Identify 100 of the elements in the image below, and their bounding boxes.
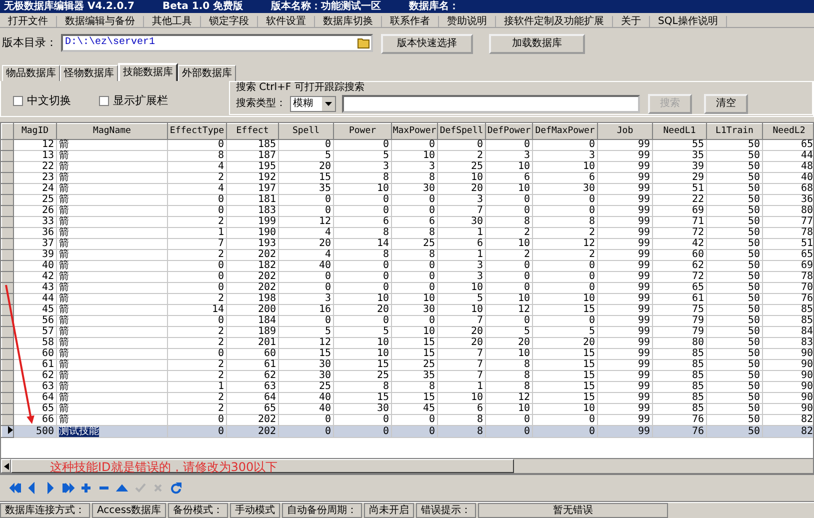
table-cell: 99 bbox=[598, 360, 652, 370]
menu-item[interactable]: 软件设置 bbox=[258, 16, 315, 27]
table-cell: 99 bbox=[598, 282, 652, 294]
table-cell: 72 bbox=[652, 228, 706, 238]
last-icon[interactable] bbox=[62, 482, 75, 494]
folder-icon[interactable] bbox=[357, 37, 371, 49]
column-header[interactable]: Effect bbox=[226, 124, 278, 140]
tab[interactable]: 技能数据库 bbox=[118, 63, 178, 81]
table-cell: 12 bbox=[278, 338, 334, 348]
table-cell: 181 bbox=[226, 194, 278, 206]
table-cell: 50 bbox=[706, 216, 762, 228]
table-cell: 0 bbox=[486, 282, 532, 294]
table-cell: 26 bbox=[14, 206, 56, 216]
table-cell: 0 bbox=[486, 206, 532, 216]
clear-button[interactable]: 清空 bbox=[704, 94, 748, 114]
table-cell: 76 bbox=[762, 294, 813, 304]
table-cell: 8 bbox=[486, 382, 532, 392]
column-header[interactable]: Spell bbox=[278, 124, 334, 140]
scrollbar-thumb[interactable] bbox=[11, 459, 514, 473]
search-type-dropdown[interactable]: 模糊 bbox=[290, 96, 336, 112]
table-cell: 69 bbox=[652, 206, 706, 216]
table-cell: 29 bbox=[652, 172, 706, 184]
column-header[interactable]: EffectType bbox=[168, 124, 226, 140]
table-cell: 10 bbox=[392, 150, 438, 162]
table-cell: 6 bbox=[334, 216, 392, 228]
table-cell: 50 bbox=[706, 326, 762, 338]
status-label: 错误提示： bbox=[416, 503, 476, 518]
menu-item[interactable]: 数据库切换 bbox=[315, 16, 382, 27]
checkbox[interactable]: 中文切换 bbox=[13, 93, 71, 110]
table-cell: 60 bbox=[226, 348, 278, 360]
load-button[interactable]: 加载数据库 bbox=[489, 34, 585, 54]
table-cell: 0 bbox=[334, 316, 392, 326]
checkbox[interactable]: 显示扩展栏 bbox=[99, 93, 168, 110]
table-cell: 183 bbox=[226, 206, 278, 216]
table-cell: 箭 bbox=[59, 250, 69, 260]
table-cell: 50 bbox=[706, 360, 762, 370]
table-cell: 80 bbox=[652, 338, 706, 348]
load-button[interactable]: 版本快速选择 bbox=[381, 34, 473, 54]
column-header[interactable]: DefSpell bbox=[438, 124, 486, 140]
table-cell: 199 bbox=[226, 216, 278, 228]
table-cell: 0 bbox=[168, 282, 226, 294]
menu-item[interactable]: 其他工具 bbox=[144, 16, 201, 27]
table-cell: 3 bbox=[532, 150, 598, 162]
column-header[interactable]: MagName bbox=[56, 124, 168, 140]
table-cell: 2 bbox=[532, 228, 598, 238]
column-header[interactable]: MaxPower bbox=[392, 124, 438, 140]
table-cell: 190 bbox=[226, 228, 278, 238]
search-field[interactable] bbox=[342, 95, 640, 113]
table-cell: 90 bbox=[762, 382, 813, 392]
menu-item[interactable]: SQL操作说明 bbox=[650, 16, 727, 27]
table-cell: 2 bbox=[168, 216, 226, 228]
first-icon[interactable] bbox=[8, 482, 21, 494]
table-cell: 50 bbox=[706, 260, 762, 272]
menu-item[interactable]: 联系作者 bbox=[382, 16, 439, 27]
table-cell: 0 bbox=[486, 260, 532, 272]
table-cell: 0 bbox=[334, 272, 392, 282]
table-cell: 8 bbox=[486, 370, 532, 382]
path-field[interactable]: D:\:\ez\server1 bbox=[61, 34, 373, 52]
version-name: 版本名称：功能测试一区 bbox=[271, 0, 382, 13]
column-header[interactable]: Job bbox=[598, 124, 652, 140]
triangle-icon[interactable] bbox=[116, 482, 129, 494]
table-cell: 99 bbox=[598, 348, 652, 360]
table-cell: 50 bbox=[706, 250, 762, 260]
menu-item[interactable]: 锁定字段 bbox=[201, 16, 258, 27]
tab[interactable]: 外部数据库 bbox=[178, 65, 236, 81]
tab[interactable]: 物品数据库 bbox=[2, 65, 60, 81]
table-cell: 90 bbox=[762, 404, 813, 414]
menu-item[interactable]: 赞助说明 bbox=[439, 16, 496, 27]
column-header[interactable]: NeedL2 bbox=[762, 124, 813, 140]
column-header[interactable]: NeedL1 bbox=[652, 124, 706, 140]
table-cell: 45 bbox=[14, 304, 56, 316]
table-cell: 10 bbox=[334, 184, 392, 194]
menu-item[interactable]: 接软件定制及功能扩展 bbox=[496, 16, 613, 27]
column-header[interactable]: L1Train bbox=[706, 124, 762, 140]
menu-item[interactable]: 关于 bbox=[613, 16, 650, 27]
status-value: 手动模式 bbox=[230, 503, 280, 518]
table-cell: 2 bbox=[532, 250, 598, 260]
table-cell: 50 bbox=[706, 370, 762, 382]
table-cell: 2 bbox=[168, 360, 226, 370]
scroll-left-icon[interactable] bbox=[4, 463, 9, 470]
table-cell: 0 bbox=[334, 194, 392, 206]
table-cell: 15 bbox=[532, 348, 598, 360]
table-cell: 77 bbox=[762, 216, 813, 228]
table-cell: 50 bbox=[706, 194, 762, 206]
refresh-icon[interactable] bbox=[170, 482, 183, 494]
column-header[interactable]: MagID bbox=[14, 124, 56, 140]
column-header[interactable]: DefMaxPower bbox=[532, 124, 598, 140]
table-cell: 10 bbox=[532, 294, 598, 304]
column-header[interactable]: Power bbox=[334, 124, 392, 140]
column-header[interactable]: DefPower bbox=[486, 124, 532, 140]
table-cell: 99 bbox=[598, 206, 652, 216]
menu-item[interactable]: 打开文件 bbox=[0, 16, 57, 27]
table-cell: 99 bbox=[598, 250, 652, 260]
status-value: Access数据库 bbox=[92, 503, 166, 518]
table-cell: 44 bbox=[762, 150, 813, 162]
table-cell: 0 bbox=[392, 282, 438, 294]
table-cell: 202 bbox=[226, 250, 278, 260]
menu-item[interactable]: 数据编辑与备份 bbox=[57, 16, 144, 27]
tab[interactable]: 怪物数据库 bbox=[60, 65, 118, 81]
plus-icon[interactable] bbox=[80, 482, 93, 494]
